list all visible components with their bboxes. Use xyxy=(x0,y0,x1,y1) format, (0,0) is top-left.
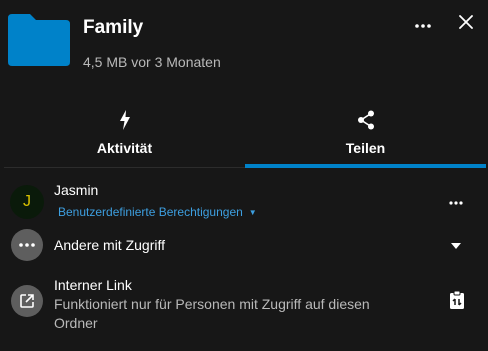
flash-icon xyxy=(4,110,245,132)
others-with-access-label[interactable]: Andere mit Zugriff xyxy=(54,237,165,253)
caret-down-icon xyxy=(451,236,461,254)
external-link-icon xyxy=(11,285,43,317)
file-info-subtitle: 4,5 MB vor 3 Monaten xyxy=(83,54,221,70)
internal-link-description: Funktioniert nur für Personen mit Zugrif… xyxy=(54,296,370,331)
clipboard-icon xyxy=(449,290,465,315)
avatar-letter: J xyxy=(23,193,31,210)
share-more-button[interactable] xyxy=(444,190,468,212)
close-icon xyxy=(459,14,473,34)
more-horizontal-icon xyxy=(415,15,431,33)
others-with-access-icon xyxy=(11,229,43,261)
tab-activity[interactable]: Aktivität xyxy=(4,102,245,164)
caret-down-icon: ▼ xyxy=(248,208,257,217)
permissions-label: Benutzerdefinierte Berechtigungen xyxy=(58,205,243,219)
close-button[interactable] xyxy=(455,13,477,35)
share-icon xyxy=(245,110,486,132)
tab-share-label: Teilen xyxy=(345,140,386,156)
active-tab-indicator xyxy=(245,164,486,168)
permissions-dropdown[interactable]: Benutzerdefinierte Berechtigungen ▼ xyxy=(58,205,257,219)
avatar: J xyxy=(10,185,44,219)
expand-others-button[interactable] xyxy=(448,237,464,253)
internal-link-title: Interner Link xyxy=(54,277,132,293)
folder-icon xyxy=(8,14,70,66)
more-actions-button[interactable] xyxy=(410,13,436,35)
tab-share[interactable]: Teilen xyxy=(245,102,486,164)
tab-activity-label: Aktivität xyxy=(96,140,153,156)
page-title: Family xyxy=(83,17,144,38)
more-horizontal-icon xyxy=(449,192,463,210)
copy-link-button[interactable] xyxy=(444,289,470,315)
share-user-name: Jasmin xyxy=(54,182,99,198)
